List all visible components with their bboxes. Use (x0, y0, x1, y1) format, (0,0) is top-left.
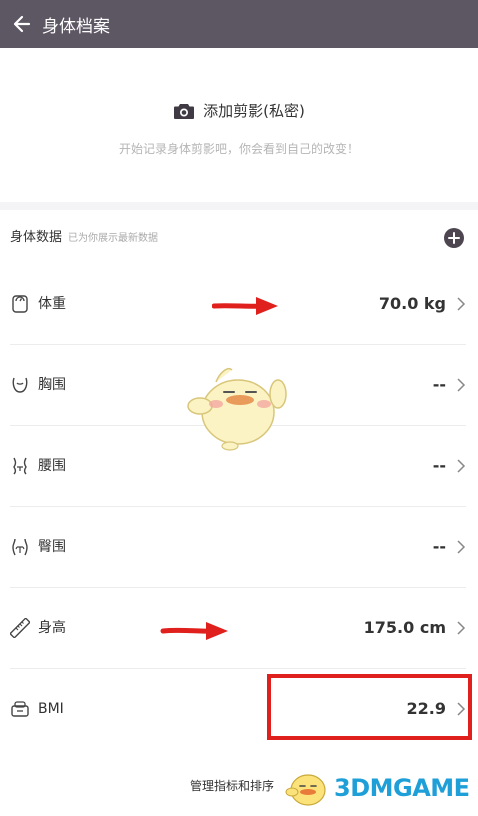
metric-value: 70.0 kg (378, 294, 446, 313)
arrow-left-icon (13, 15, 31, 33)
annotation-highlight-box (267, 674, 472, 740)
section-subtitle: 已为你展示最新数据 (68, 233, 159, 244)
page-title: 身体档案 (42, 16, 110, 37)
metric-value: -- (432, 375, 446, 394)
metric-value: 175.0 cm (363, 618, 446, 637)
add-silhouette-label: 添加剪影(私密) (203, 102, 305, 120)
add-silhouette-button[interactable]: 添加剪影(私密) (0, 100, 478, 121)
app-header: 身体档案 (0, 0, 478, 48)
metric-label: 臀围 (38, 539, 66, 555)
watermark-mascot-icon (285, 774, 326, 806)
chevron-right-icon (457, 621, 466, 635)
chest-icon (12, 377, 28, 393)
metric-label: 身高 (38, 620, 66, 636)
metric-value: -- (432, 537, 446, 556)
scale-icon (12, 295, 28, 313)
plus-icon (448, 232, 460, 244)
add-metric-button[interactable] (444, 228, 464, 248)
metric-row-height[interactable]: 身高 175.0 cm (10, 588, 466, 669)
hip-icon (12, 538, 28, 556)
metric-row-hip[interactable]: 臀围 -- (10, 507, 466, 588)
metric-label: 腰围 (38, 458, 66, 474)
section-header: 身体数据 已为你展示最新数据 (10, 226, 158, 245)
watermark: 3DMGAME (284, 766, 470, 810)
metric-label: 胸围 (38, 377, 66, 393)
watermark-text: 3DMGAME (334, 774, 470, 802)
silhouette-hint: 开始记录身体剪影吧，你会看到自己的改变！ (118, 142, 359, 156)
annotation-arrow-weight (212, 297, 278, 315)
silhouette-card: 添加剪影(私密) 开始记录身体剪影吧，你会看到自己的改变！ (0, 48, 478, 202)
manage-metrics-link[interactable]: 管理指标和排序 (190, 777, 274, 794)
metric-label: 体重 (38, 296, 66, 312)
bmi-scale-icon (11, 701, 29, 717)
waist-icon (13, 457, 27, 475)
section-title: 身体数据 (10, 230, 63, 245)
chevron-right-icon (457, 378, 466, 392)
chevron-right-icon (457, 459, 466, 473)
ruler-icon (10, 618, 30, 638)
chevron-right-icon (457, 540, 466, 554)
metric-value: -- (432, 456, 446, 475)
annotation-arrow-height (160, 622, 228, 640)
chevron-right-icon (457, 297, 466, 311)
back-button[interactable] (2, 0, 42, 48)
mascot-sticker (187, 368, 287, 451)
metric-label: BMI (38, 701, 64, 717)
camera-icon (174, 103, 195, 119)
